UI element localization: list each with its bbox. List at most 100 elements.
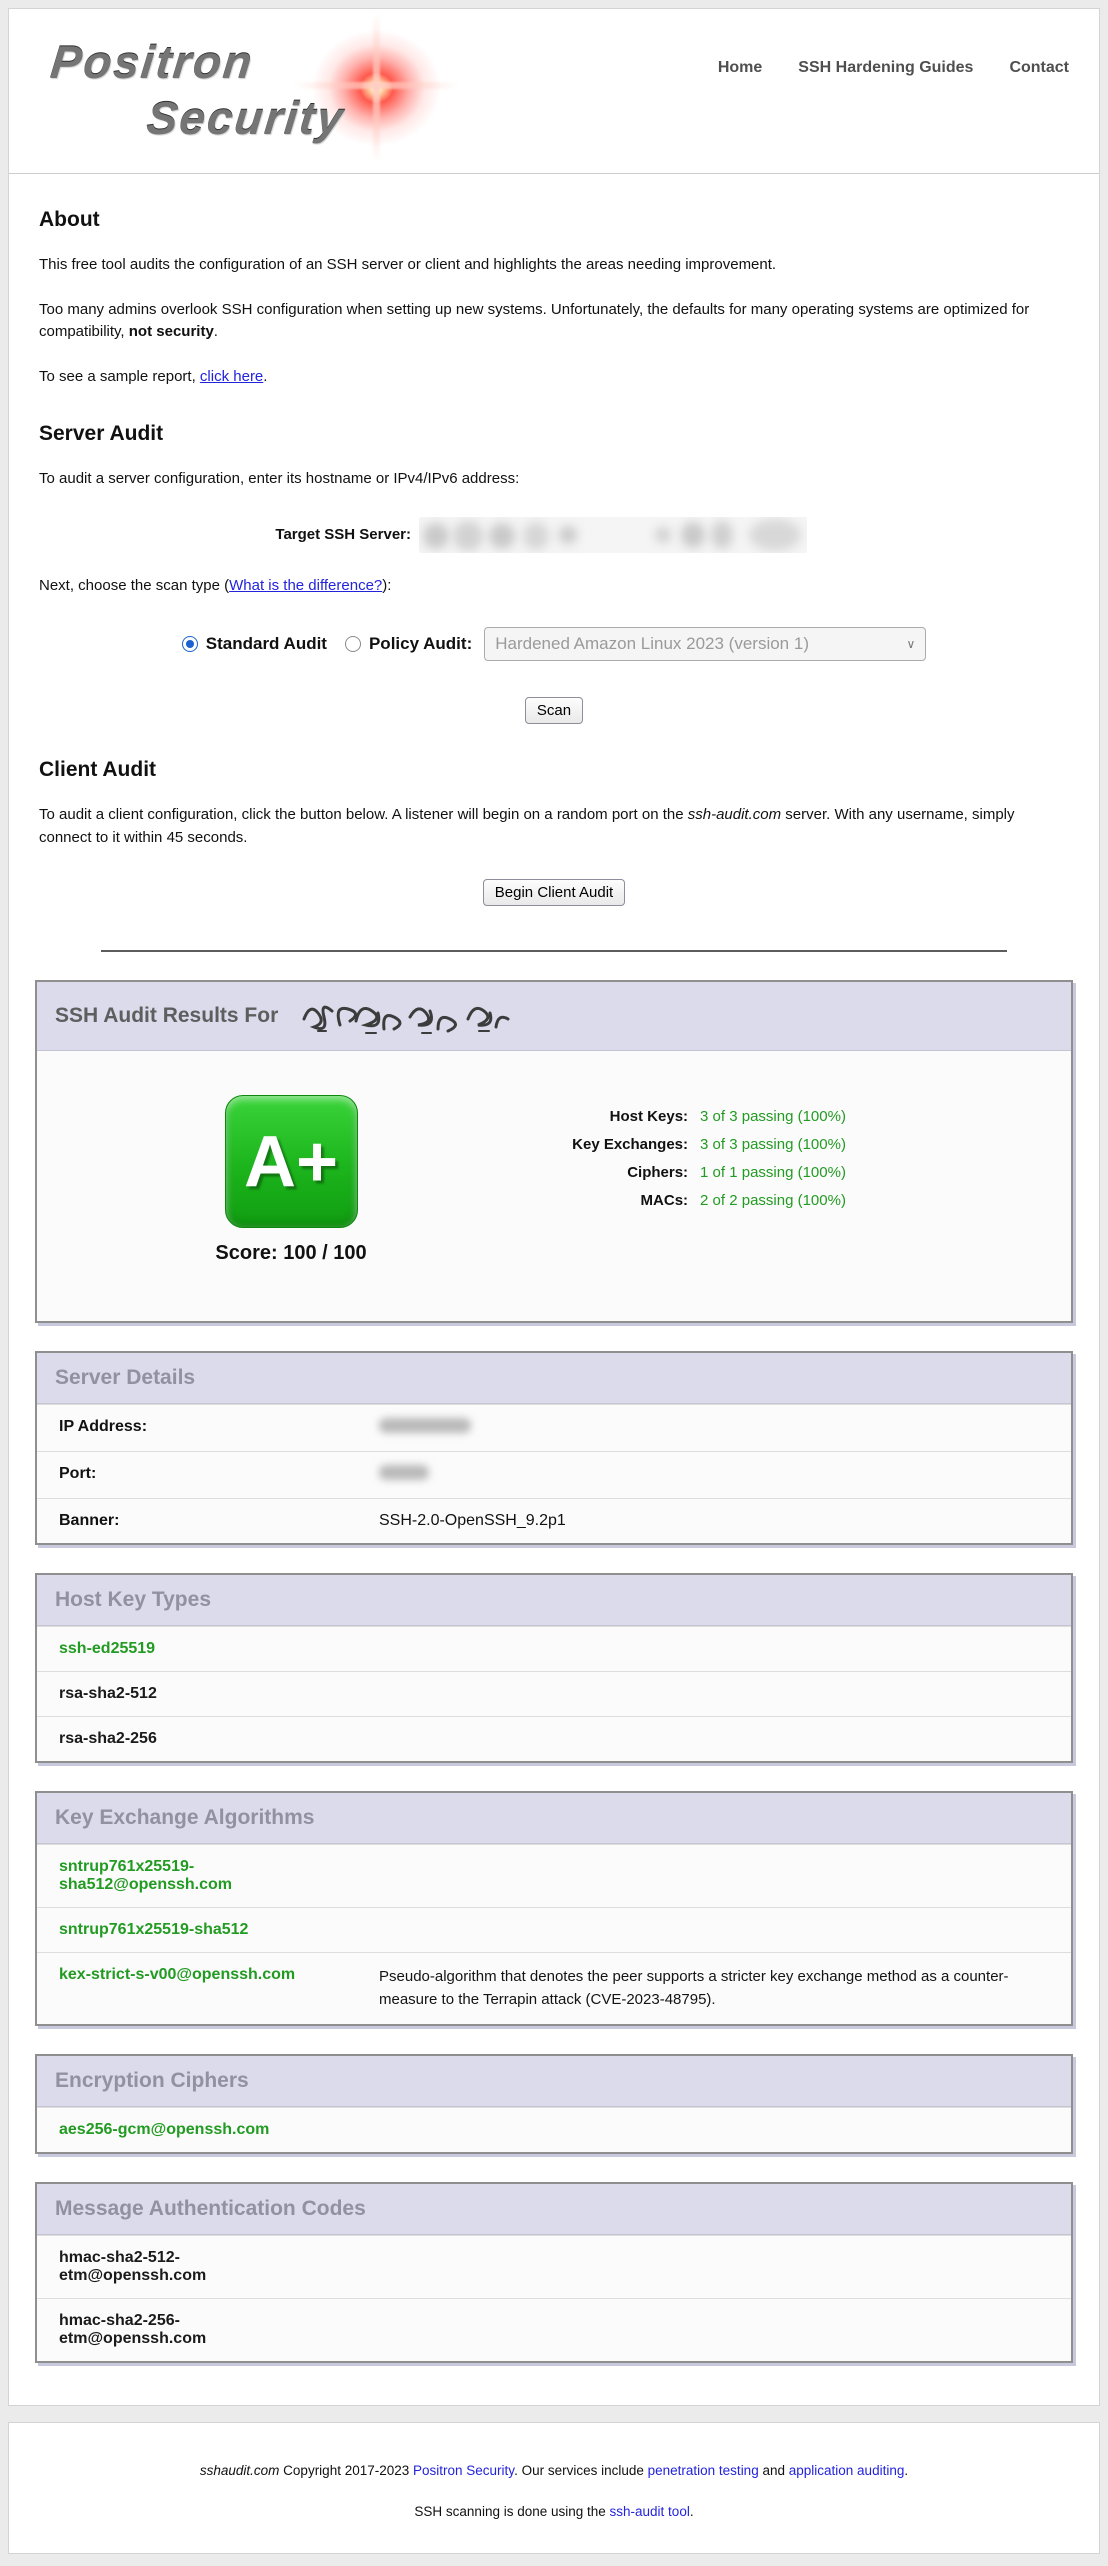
stat-label: Key Exchanges: [515,1136,700,1153]
sample-report-end: . [263,368,267,385]
standard-audit-radio[interactable] [182,636,198,652]
port-value-redacted [379,1465,1049,1485]
application-auditing-link[interactable]: application auditing [789,2463,905,2478]
client-audit-domain: ssh-audit.com [688,806,781,823]
scan-type-difference-link[interactable]: What is the difference? [229,577,382,594]
server-details-panel: Server Details IP Address: Port: Banner:… [35,1351,1073,1545]
server-audit-heading: Server Audit [39,422,1069,446]
stat-macs: MACs: 2 of 2 passing (100%) [515,1192,1041,1209]
list-item: rsa-sha2-512 [37,1671,1071,1716]
host-key-types-header: Host Key Types [37,1575,1071,1626]
footer-line-2: SSH scanning is done using the ssh-audit… [29,2504,1079,2519]
about-paragraph-3: To see a sample report, click here. [39,366,1069,389]
banner-value: SSH-2.0-OpenSSH_9.2p1 [379,1512,1049,1530]
results-panel-header: SSH Audit Results For [37,982,1071,1051]
footer-line2-dot: . [690,2504,694,2519]
list-item: kex-strict-s-v00@openssh.com Pseudo-algo… [37,1952,1071,2024]
macs-header: Message Authentication Codes [37,2184,1071,2235]
begin-client-audit-button[interactable]: Begin Client Audit [483,879,625,906]
server-audit-intro: To audit a server configuration, enter i… [39,468,1069,491]
results-body: A+ Score: 100 / 100 Host Keys: 3 of 3 pa… [37,1051,1071,1321]
kex-name: kex-strict-s-v00@openssh.com [59,1966,379,2011]
policy-audit-label[interactable]: Policy Audit: [369,634,472,654]
stat-value: 3 of 3 passing (100%) [700,1136,846,1153]
positron-security-link[interactable]: Positron Security [413,2463,514,2478]
target-server-input-redacted[interactable] [419,517,807,553]
main-nav: Home SSH Hardening Guides Contact [718,25,1069,147]
port-label: Port: [59,1465,379,1485]
stat-label: Ciphers: [515,1164,700,1181]
stat-value: 2 of 2 passing (100%) [700,1192,846,1209]
mac-name: hmac-sha2-256- etm@openssh.com [59,2312,379,2348]
table-row: Banner: SSH-2.0-OpenSSH_9.2p1 [37,1498,1071,1543]
scan-type-line: Next, choose the scan type (What is the … [39,575,1069,598]
stat-key-exchanges: Key Exchanges: 3 of 3 passing (100%) [515,1136,1041,1153]
stat-ciphers: Ciphers: 1 of 1 passing (100%) [515,1164,1041,1181]
score-text: Score: 100 / 100 [215,1242,366,1265]
kex-note [379,1921,1049,1939]
stat-label: Host Keys: [515,1108,700,1125]
stat-host-keys: Host Keys: 3 of 3 passing (100%) [515,1108,1041,1125]
main-content-box: Positron Security Home SSH Hardening Gui… [8,8,1100,2406]
client-audit-heading: Client Audit [39,758,1069,782]
stat-value: 1 of 1 passing (100%) [700,1164,846,1181]
stat-label: MACs: [515,1192,700,1209]
key-exchange-panel: Key Exchange Algorithms sntrup761x25519-… [35,1791,1073,2026]
target-server-row: Target SSH Server: [39,517,1069,553]
kex-name: sntrup761x25519-sha512 [59,1921,379,1939]
nav-ssh-hardening-guides[interactable]: SSH Hardening Guides [798,59,973,147]
host-key-types-panel: Host Key Types ssh-ed25519 rsa-sha2-512 … [35,1573,1073,1763]
footer-line-1: sshaudit.com Copyright 2017-2023 Positro… [29,2463,1079,2478]
banner-label: Banner: [59,1512,379,1530]
sample-report-text: To see a sample report, [39,368,200,385]
footer-services-text: . Our services include [514,2463,648,2478]
host-key-name: rsa-sha2-256 [59,1730,379,1748]
list-item: hmac-sha2-256- etm@openssh.com [37,2298,1071,2361]
kex-note [379,1858,1049,1894]
policy-audit-radio[interactable] [345,636,361,652]
nav-home[interactable]: Home [718,59,762,147]
host-key-name: rsa-sha2-512 [59,1685,379,1703]
ip-address-value-redacted [379,1418,1049,1438]
list-item: sntrup761x25519-sha512 [37,1907,1071,1952]
footer-and: and [759,2463,789,2478]
scan-type-text: Next, choose the scan type ( [39,577,229,594]
nav-contact[interactable]: Contact [1009,59,1069,147]
logo-line1: Positron [48,35,472,89]
about-p2-end: . [214,323,218,340]
scan-button[interactable]: Scan [525,697,583,724]
policy-select-value: Hardened Amazon Linux 2023 (version 1) [495,634,809,654]
list-item: rsa-sha2-256 [37,1716,1071,1761]
about-heading: About [39,208,1069,232]
server-details-header: Server Details [37,1353,1071,1404]
ip-address-label: IP Address: [59,1418,379,1438]
list-item: aes256-gcm@openssh.com [37,2107,1071,2152]
about-paragraph-2: Too many admins overlook SSH configurati… [39,299,1069,344]
ssh-audit-tool-link[interactable]: ssh-audit tool [610,2504,690,2519]
host-key-name: ssh-ed25519 [59,1640,379,1658]
header-divider [9,173,1099,174]
footer-scanning-text: SSH scanning is done using the [414,2504,609,2519]
site-header: Positron Security Home SSH Hardening Gui… [9,9,1099,147]
policy-select[interactable]: Hardened Amazon Linux 2023 (version 1) ∨ [484,627,926,661]
table-row: Port: [37,1451,1071,1498]
chevron-down-icon: ∨ [906,637,915,651]
sample-report-link[interactable]: click here [200,368,263,385]
list-item: hmac-sha2-512- etm@openssh.com [37,2235,1071,2298]
footer-site-name: sshaudit.com [200,2463,280,2478]
encryption-ciphers-header: Encryption Ciphers [37,2056,1071,2107]
redacted-hostname [298,995,518,1037]
stat-value: 3 of 3 passing (100%) [700,1108,846,1125]
scan-type-end: ): [382,577,391,594]
results-divider [101,950,1007,952]
client-audit-text: To audit a client configuration, click t… [39,806,688,823]
about-p2-bold: not security [129,323,214,340]
logo-line2: Security [144,91,472,145]
key-exchange-header: Key Exchange Algorithms [37,1793,1071,1844]
results-title: SSH Audit Results For [55,1004,278,1028]
standard-audit-label[interactable]: Standard Audit [206,634,327,654]
target-server-label: Target SSH Server: [39,526,419,543]
penetration-testing-link[interactable]: penetration testing [648,2463,759,2478]
client-audit-paragraph: To audit a client configuration, click t… [39,804,1069,849]
site-logo: Positron Security [39,25,469,147]
